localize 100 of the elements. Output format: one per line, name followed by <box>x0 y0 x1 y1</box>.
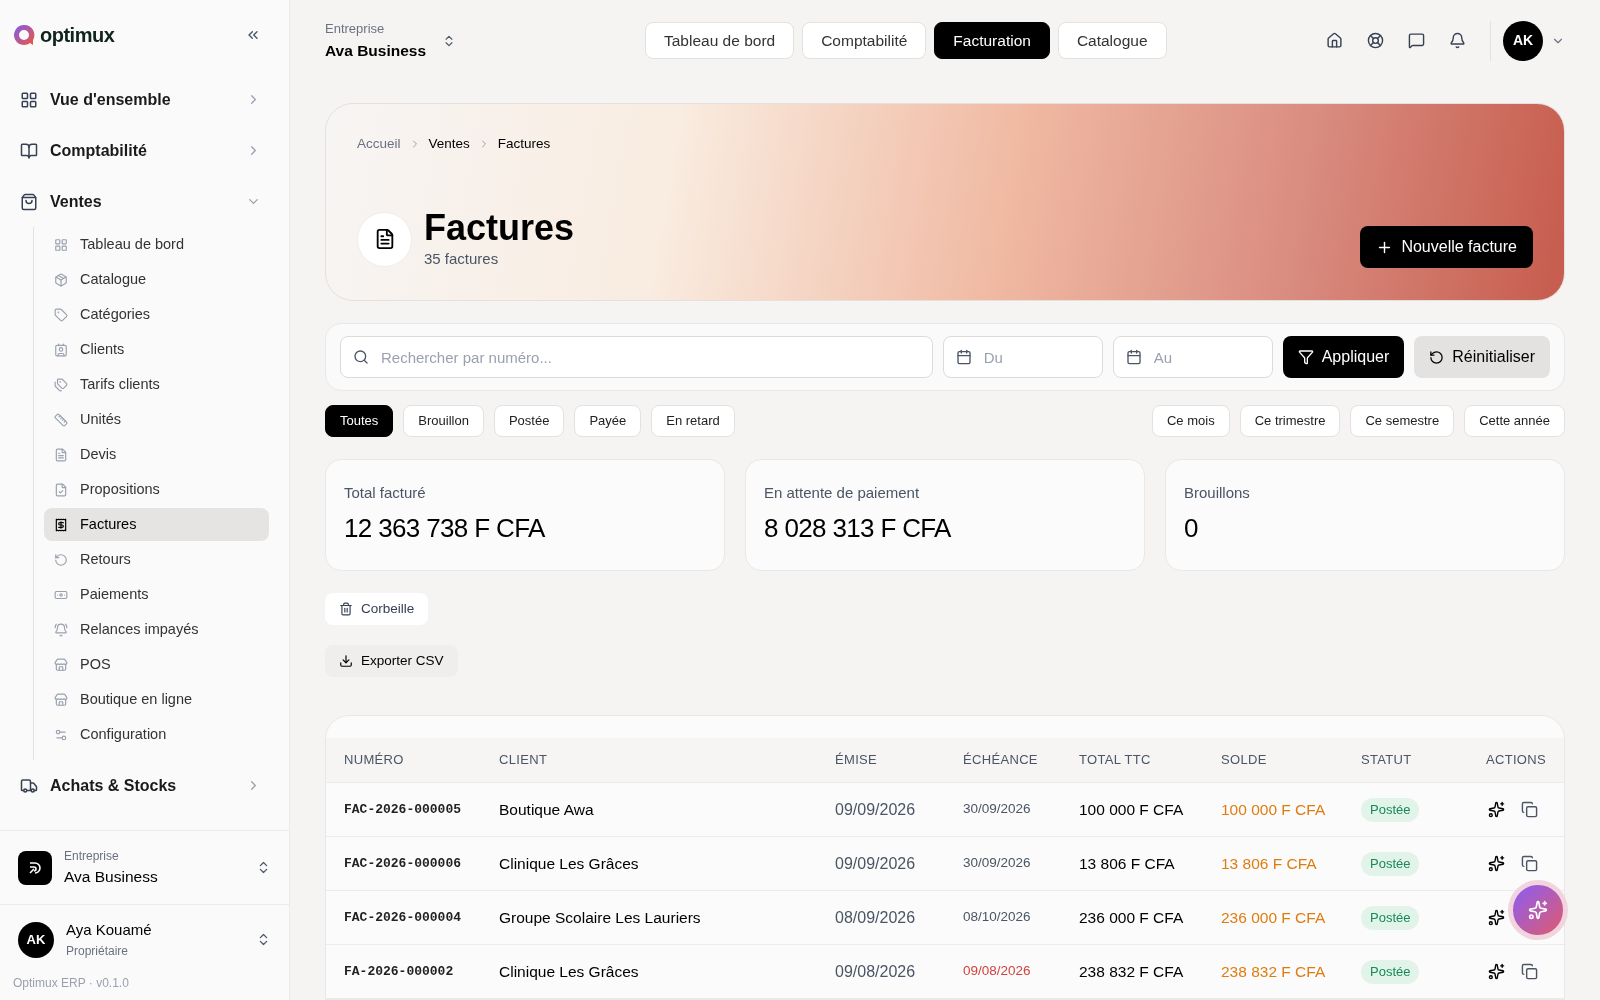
nav-tab[interactable]: Comptabilité <box>802 22 927 59</box>
breadcrumb-link[interactable]: Ventes <box>428 134 470 155</box>
nav-item-icon <box>54 622 68 637</box>
trash-button[interactable]: Corbeille <box>325 593 429 625</box>
nav-section[interactable]: Achats & Stocks <box>20 760 269 811</box>
calendar-icon <box>955 349 972 366</box>
nav-item[interactable]: Unités <box>44 403 269 436</box>
stat-value: 0 <box>1184 511 1199 545</box>
filter-chip[interactable]: Ce trimestre <box>1239 405 1341 437</box>
section-icon <box>20 192 38 211</box>
filter-chip[interactable]: Ce semestre <box>1350 405 1455 437</box>
filter-chip[interactable]: Ce mois <box>1151 405 1230 437</box>
status-badge: Postée <box>1361 906 1420 930</box>
sparkle-icon[interactable] <box>1488 801 1505 818</box>
new-invoice-button[interactable]: Nouvelle facture <box>1360 226 1533 269</box>
date-field[interactable]: Au <box>1112 336 1273 379</box>
reset-button[interactable]: Réinitialiser <box>1414 336 1550 379</box>
sparkle-icon[interactable] <box>1488 909 1505 926</box>
client-name: Clinique Les Grâces <box>499 961 640 982</box>
company-name: Ava Business <box>64 866 159 887</box>
nav-item[interactable]: Catalogue <box>44 263 269 296</box>
copy-icon[interactable] <box>1521 963 1538 980</box>
nav-item[interactable]: POS <box>44 648 269 681</box>
nav-item[interactable]: Devis <box>44 438 269 471</box>
total-amount: 236 000 F CFA <box>1079 907 1185 928</box>
client-name: Clinique Les Grâces <box>499 853 640 874</box>
nav-item-icon <box>54 377 68 392</box>
due-date: 08/10/2026 <box>963 908 1032 927</box>
nav-item[interactable]: Relances impayés <box>44 613 269 646</box>
export-button[interactable]: Exporter CSV <box>325 645 458 677</box>
nav-item[interactable]: Propositions <box>44 473 269 506</box>
column-header: STATUT <box>1361 751 1413 770</box>
nav-item[interactable]: Tableau de bord <box>44 228 269 261</box>
nav-item[interactable]: Catégories <box>44 298 269 331</box>
balance-amount: 100 000 F CFA <box>1221 799 1327 820</box>
notification-icon[interactable] <box>1449 32 1466 49</box>
sparkle-icon <box>1528 900 1548 920</box>
nav-item-icon <box>54 692 68 707</box>
total-amount: 100 000 F CFA <box>1079 799 1185 820</box>
nav-item[interactable]: Retours <box>44 543 269 576</box>
client-name: Groupe Scolaire Les Lauriers <box>499 907 702 928</box>
chat-icon[interactable] <box>1408 32 1425 49</box>
balance-amount: 13 806 F CFA <box>1221 853 1318 874</box>
nav-item[interactable]: Paiements <box>44 578 269 611</box>
filter-chip[interactable]: En retard <box>651 405 735 437</box>
search-field[interactable]: Rechercher par numéro... <box>340 336 933 379</box>
issue-date: 09/09/2026 <box>835 853 917 874</box>
nav-item[interactable]: Clients <box>44 333 269 366</box>
user-avatar[interactable]: AK <box>1503 20 1543 61</box>
stat-value: 12 363 738 F CFA <box>344 511 546 545</box>
sparkle-icon[interactable] <box>1488 963 1505 980</box>
version-text: Optimux ERP · v0.1.0 <box>12 975 130 992</box>
filter-chip[interactable]: Postée <box>493 405 565 437</box>
stat-label: En attente de paiement <box>764 483 921 504</box>
company-name: Ava Business <box>325 40 427 61</box>
nav-section[interactable]: Comptabilité <box>20 125 269 176</box>
nav-item[interactable]: Configuration <box>44 718 269 751</box>
section-icon <box>20 776 38 795</box>
user-name: Aya Kouamé <box>66 920 153 941</box>
nav-tab[interactable]: Tableau de bord <box>645 22 795 59</box>
nav-item-icon <box>54 342 68 357</box>
brand-name: optimux <box>40 23 115 48</box>
status-badge: Postée <box>1361 852 1420 876</box>
filter-chip[interactable]: Payée <box>574 405 642 437</box>
copy-icon[interactable] <box>1521 801 1538 818</box>
invoice-number: FAC-2026-000006 <box>344 854 463 873</box>
nav-item-icon <box>54 482 68 497</box>
nav-section[interactable]: Vue d'ensemble <box>20 74 269 125</box>
home-icon[interactable] <box>1326 32 1343 49</box>
help-icon[interactable] <box>1367 32 1384 49</box>
sparkle-icon[interactable] <box>1488 855 1505 872</box>
nav-item[interactable]: Tarifs clients <box>44 368 269 401</box>
status-badge: Postée <box>1361 798 1420 822</box>
reset-icon <box>1429 349 1445 365</box>
filter-chip[interactable]: Toutes <box>325 405 394 437</box>
nav-tab[interactable]: Facturation <box>934 22 1050 59</box>
breadcrumb-link[interactable]: Factures <box>497 134 551 155</box>
page-title: Factures <box>424 207 575 248</box>
calendar-icon <box>1125 349 1142 366</box>
date-field[interactable]: Du <box>942 336 1103 379</box>
page-subtitle: 35 factures <box>424 248 500 269</box>
user-role: Propriétaire <box>66 942 130 960</box>
download-icon <box>339 654 353 668</box>
total-amount: 238 832 F CFA <box>1079 961 1185 982</box>
breadcrumb-link[interactable]: Accueil <box>357 134 401 155</box>
nav-item[interactable]: Boutique en ligne <box>44 683 269 716</box>
filter-chip[interactable]: Brouillon <box>403 405 484 437</box>
total-amount: 13 806 F CFA <box>1079 853 1176 874</box>
nav-item[interactable]: Factures <box>44 508 269 541</box>
filter-chip[interactable]: Cette année <box>1464 405 1565 437</box>
nav-tab[interactable]: Catalogue <box>1057 22 1167 59</box>
copy-icon[interactable] <box>1521 855 1538 872</box>
user-avatar: AK <box>18 921 54 958</box>
due-date: 09/08/2026 <box>963 962 1032 981</box>
apply-button[interactable]: Appliquer <box>1282 336 1405 379</box>
issue-date: 09/08/2026 <box>835 961 917 982</box>
stat-label: Total facturé <box>344 483 427 504</box>
nav-section[interactable]: Ventes <box>20 176 269 227</box>
column-header: ACTIONS <box>1484 751 1546 770</box>
company-caption: Entreprise <box>325 20 386 39</box>
